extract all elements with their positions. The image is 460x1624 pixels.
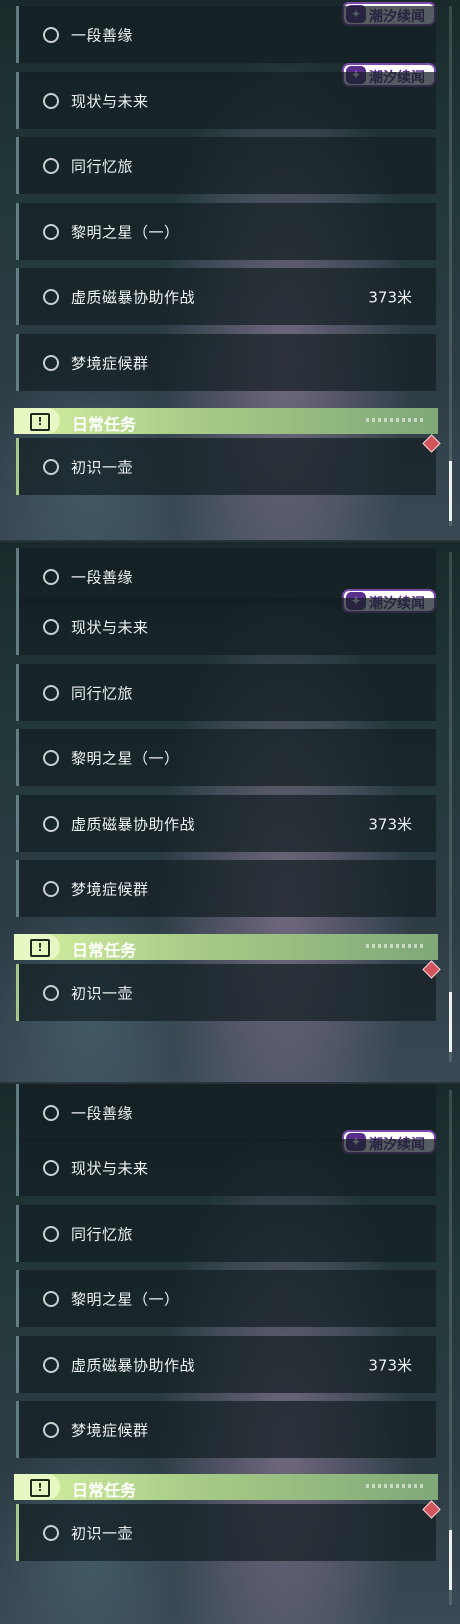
circle-icon (43, 288, 59, 305)
scrollbar[interactable] (449, 1090, 452, 1605)
decorative-stripes (366, 418, 426, 422)
quest-panel-2: 一段善缘 ✦潮汐续闻 现状与未来 同行忆旅 黎明之星（一） 虚质磁暴协助作战37… (0, 540, 460, 1082)
circle-icon (43, 1225, 59, 1242)
decorative-stripes (366, 944, 426, 948)
circle-icon (43, 223, 59, 240)
quest-row[interactable]: 一段善缘 (16, 6, 436, 63)
section-badge: ! (14, 408, 60, 434)
daily-quest-row[interactable]: 初识一壶 (16, 964, 436, 1021)
circle-icon (43, 458, 59, 475)
circle-icon (43, 1104, 59, 1121)
quest-panel-1: ✦潮汐续闻 一段善缘 ✦潮汐续闻 现状与未来 同行忆旅 黎明之星（一） 虚质磁暴… (0, 0, 460, 540)
quest-row[interactable]: 黎明之星（一） (16, 203, 436, 260)
quest-row[interactable]: 梦境症候群 (16, 334, 436, 391)
scrollbar[interactable] (449, 552, 452, 1062)
section-badge: ! (14, 1474, 60, 1500)
section-header-daily[interactable]: ! 日常任务 (14, 408, 438, 434)
quest-row[interactable]: 黎明之星（一） (16, 729, 436, 786)
circle-icon (43, 1524, 59, 1541)
scrollbar-thumb[interactable] (449, 992, 452, 1052)
quest-row[interactable]: 虚质磁暴协助作战 373米 (16, 795, 436, 852)
circle-icon (43, 984, 59, 1001)
section-header-daily[interactable]: ! 日常任务 (14, 934, 438, 960)
scrollbar[interactable] (449, 6, 452, 526)
quest-row[interactable]: 梦境症候群 (16, 860, 436, 917)
section-header-daily[interactable]: ! 日常任务 (14, 1474, 438, 1500)
exclamation-icon: ! (30, 939, 50, 957)
distance-label: 373米 (368, 288, 412, 306)
circle-icon (43, 1356, 59, 1373)
circle-icon (43, 1421, 59, 1438)
circle-icon (43, 1159, 59, 1176)
daily-quest-row[interactable]: 初识一壶 (16, 438, 436, 495)
circle-icon (43, 1290, 59, 1307)
quest-row[interactable]: 虚质磁暴协助作战 373米 (16, 1336, 436, 1393)
circle-icon (43, 749, 59, 766)
circle-icon (43, 880, 59, 897)
circle-icon (43, 92, 59, 109)
quest-panel-3: 一段善缘 ✦潮汐续闻 现状与未来 同行忆旅 黎明之星（一） 虚质磁暴协助作战37… (0, 1082, 460, 1624)
quest-row[interactable]: 同行忆旅 (16, 664, 436, 721)
circle-icon (43, 684, 59, 701)
circle-icon (43, 618, 59, 635)
circle-icon (43, 815, 59, 832)
quest-row[interactable]: 虚质磁暴协助作战 373米 (16, 268, 436, 325)
quest-row[interactable]: 同行忆旅 (16, 1205, 436, 1262)
circle-icon (43, 157, 59, 174)
quest-row[interactable]: 同行忆旅 (16, 137, 436, 194)
quest-row[interactable]: 现状与未来 (16, 72, 436, 129)
quest-row[interactable]: 现状与未来 (16, 1139, 436, 1196)
distance-label: 373米 (368, 1356, 412, 1374)
exclamation-icon: ! (30, 413, 50, 431)
daily-quest-row[interactable]: 初识一壶 (16, 1504, 436, 1561)
quest-row[interactable]: 梦境症候群 (16, 1401, 436, 1458)
circle-icon (43, 354, 59, 371)
circle-icon (43, 26, 59, 43)
circle-icon (43, 568, 59, 585)
scrollbar-thumb[interactable] (449, 1530, 452, 1590)
distance-label: 373米 (368, 815, 412, 833)
quest-row[interactable]: 黎明之星（一） (16, 1270, 436, 1327)
exclamation-icon: ! (30, 1479, 50, 1497)
quest-row[interactable]: 现状与未来 (16, 598, 436, 655)
section-badge: ! (14, 934, 60, 960)
scrollbar-thumb[interactable] (449, 461, 452, 521)
decorative-stripes (366, 1484, 426, 1488)
